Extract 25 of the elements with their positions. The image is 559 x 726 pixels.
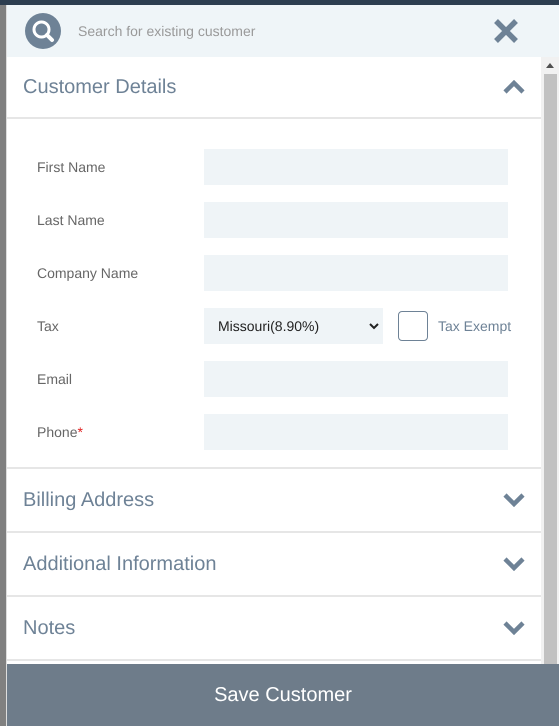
chevron-down-icon (503, 621, 525, 635)
checkbox-label: Tax Exempt (438, 316, 512, 336)
tax-select[interactable]: Missouri(8.90%) (204, 308, 383, 344)
field-label: Phone* (37, 422, 84, 442)
section-header[interactable]: Customer Details (7, 57, 541, 119)
section-header[interactable]: Additional Information (7, 533, 541, 595)
search-field[interactable]: Search for existing customer (78, 20, 493, 42)
search-bar[interactable]: Search for existing customer (7, 5, 559, 57)
checkbox[interactable] (398, 311, 428, 341)
field-label: Last Name (37, 210, 106, 230)
scrollbar[interactable] (541, 57, 559, 664)
field-label: Tax (37, 316, 60, 336)
section-header[interactable]: Notes (7, 597, 541, 659)
section-header[interactable]: Billing Address (7, 469, 541, 531)
field-label: Email (37, 370, 74, 388)
chevron-up-icon (503, 80, 525, 94)
field-label: First Name (37, 158, 106, 176)
field-label: Company Name (37, 264, 140, 283)
save-button[interactable]: Save Customer (7, 664, 559, 726)
chevron-down-icon (503, 557, 525, 571)
search-icon[interactable] (25, 13, 61, 49)
close-icon[interactable] (493, 18, 519, 44)
caret-icon (369, 322, 379, 330)
scroll-up-icon[interactable] (546, 63, 554, 68)
chevron-down-icon (503, 493, 525, 507)
